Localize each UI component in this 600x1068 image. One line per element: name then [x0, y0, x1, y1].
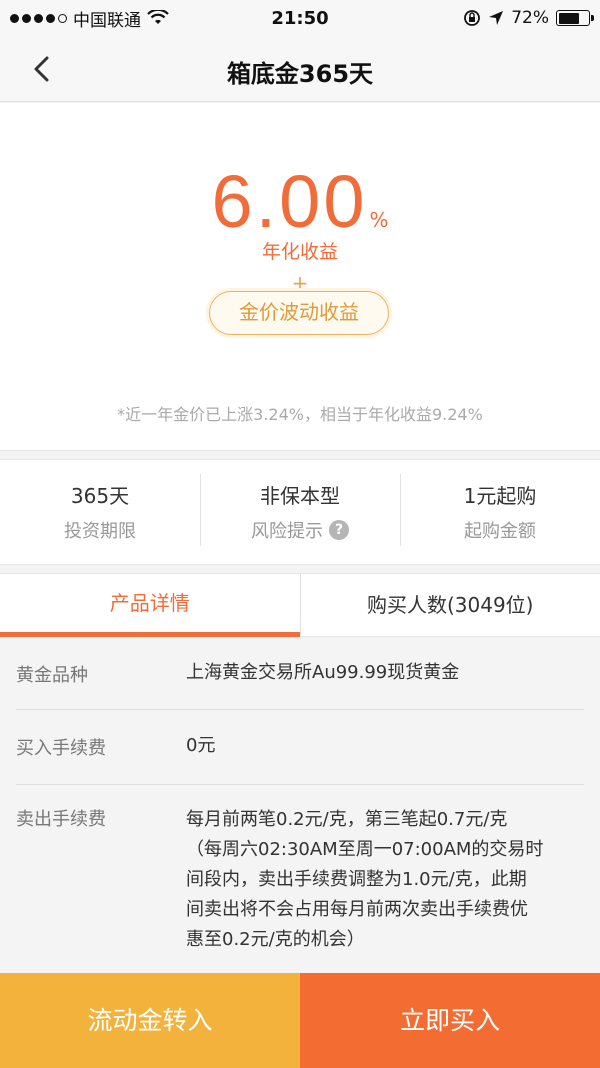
- min-purchase-cell: 1元起购 起购金额: [400, 460, 600, 564]
- tab-product-details[interactable]: 产品详情: [0, 574, 300, 637]
- gold-price-note: *近一年金价已上涨3.24%，相当于年化收益9.24%: [117, 405, 483, 424]
- min-purchase-label-text: 起购金额: [464, 521, 536, 542]
- risk-value: 非保本型: [260, 484, 340, 508]
- detail-value-line: 每月前两笔0.2元/克，第三笔起0.7元/克: [186, 809, 508, 830]
- battery-level: [558, 12, 580, 24]
- detail-key: 黄金品种: [16, 665, 88, 686]
- bottom-action-bar: 流动金转入 立即买入: [0, 973, 600, 1068]
- detail-value: 每月前两笔0.2元/克，第三笔起0.7元/克 （每周六02:30AM至周一07:…: [186, 805, 584, 955]
- detail-value-line: 间卖出将不会占用每月前两次卖出手续费优: [186, 899, 528, 920]
- product-summary: 365天 投资期限 非保本型 风险提示 ? 1元起购 起购金额: [0, 459, 600, 565]
- page: 中国联通 21:50 72% 箱底金365天 6.00 % 年化收益 + 金价波…: [0, 0, 600, 1068]
- detail-value: 上海黄金交易所Au99.99现货黄金: [186, 662, 460, 683]
- detail-value-line: 间段内，卖出手续费调整为1.0元/克，此期: [186, 869, 527, 890]
- risk-cell[interactable]: 非保本型 风险提示 ?: [200, 460, 400, 564]
- plus-sign: +: [291, 271, 309, 295]
- term-label-text: 投资期限: [64, 521, 136, 542]
- product-details: 黄金品种 上海黄金交易所Au99.99现货黄金 买入手续费 0元 卖出手续费 每…: [0, 637, 600, 977]
- battery-percent: 72%: [511, 8, 549, 28]
- term-cell: 365天 投资期限: [0, 460, 200, 564]
- rate-unit: %: [369, 208, 389, 232]
- detail-row-gold-type: 黄金品种 上海黄金交易所Au99.99现货黄金: [0, 637, 600, 709]
- min-purchase-value: 1元起购: [463, 484, 537, 508]
- gold-price-fluctuation-badge: 金价波动收益: [209, 291, 389, 335]
- min-purchase-label: 起购金额: [400, 517, 600, 543]
- detail-key: 买入手续费: [16, 738, 106, 759]
- navigation-bar: 箱底金365天: [0, 36, 600, 102]
- tab-buyer-count[interactable]: 购买人数(3049位): [299, 574, 600, 637]
- battery-icon: [556, 10, 594, 26]
- rate-value: 6.00: [211, 160, 368, 243]
- status-right: 72%: [463, 8, 594, 28]
- rate-label: 年化收益: [261, 241, 338, 263]
- detail-value: 0元: [186, 735, 216, 756]
- transfer-in-button[interactable]: 流动金转入: [0, 973, 300, 1068]
- term-value: 365天: [70, 484, 130, 508]
- detail-tabs: 产品详情 购买人数(3049位): [0, 573, 600, 637]
- annual-rate: 6.00%: [0, 159, 600, 244]
- detail-value-line: 惠至0.2元/克的机会）: [186, 929, 365, 950]
- rotation-lock-icon: [464, 10, 481, 26]
- help-icon[interactable]: ?: [329, 520, 349, 540]
- risk-label: 风险提示 ?: [200, 517, 400, 543]
- detail-key: 卖出手续费: [16, 809, 106, 830]
- risk-label-text: 风险提示: [251, 521, 323, 542]
- detail-row-sell-fee: 卖出手续费 每月前两笔0.2元/克，第三笔起0.7元/克 （每周六02:30AM…: [0, 785, 600, 955]
- buy-now-button[interactable]: 立即买入: [300, 973, 600, 1068]
- page-title: 箱底金365天: [226, 60, 374, 88]
- detail-value-line: （每周六02:30AM至周一07:00AM的交易时: [186, 839, 544, 860]
- term-label: 投资期限: [0, 517, 200, 543]
- status-bar: 中国联通 21:50 72%: [0, 0, 600, 36]
- detail-row-buy-fee: 买入手续费 0元: [0, 710, 600, 784]
- yield-hero: 6.00% 年化收益 + 金价波动收益 *近一年金价已上涨3.24%，相当于年化…: [0, 103, 600, 451]
- location-arrow-icon: [489, 11, 504, 25]
